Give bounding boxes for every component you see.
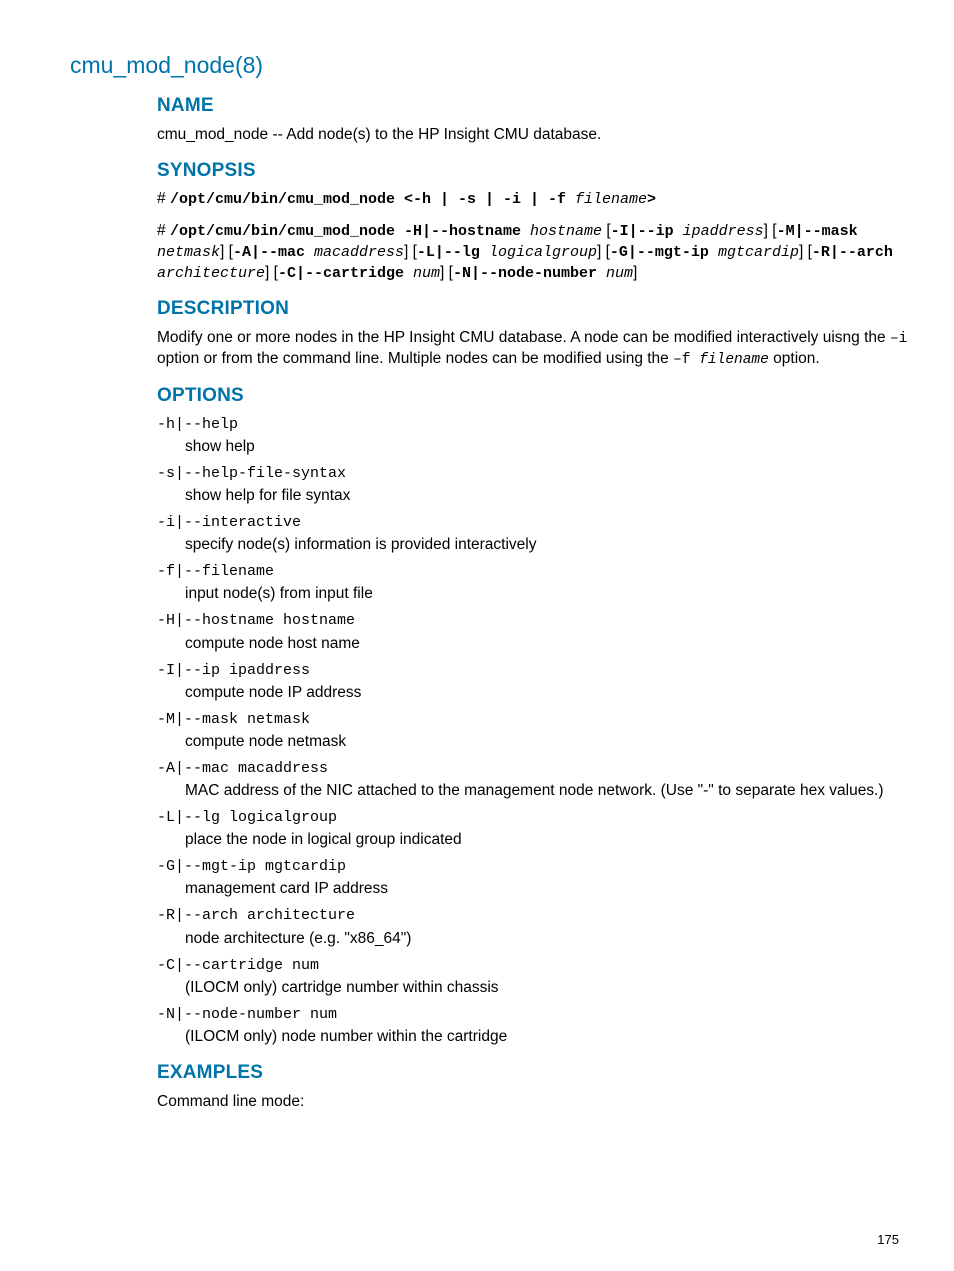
desc-code-b-arg: filename	[699, 352, 769, 368]
syn2-prefix: #	[157, 222, 170, 239]
syn2-node-arg: num	[606, 265, 633, 282]
syn-arg: filename	[575, 191, 647, 208]
syn2-cart-arg: num	[413, 265, 440, 282]
page-title: cmu_mod_node(8)	[70, 50, 914, 81]
description-text: Modify one or more nodes in the HP Insig…	[157, 328, 914, 371]
syn2-lg-a: [	[408, 243, 417, 260]
desc-code-b: –f	[673, 352, 699, 368]
option-flag: -f|--filename	[157, 562, 914, 582]
section-heading-synopsis: SYNOPSIS	[157, 158, 914, 184]
desc-c: option.	[769, 350, 820, 367]
option-flag: -s|--help-file-syntax	[157, 464, 914, 484]
options-list: -h|--help show help -s|--help-file-synta…	[157, 415, 914, 1048]
syn-opts: <-h | -s | -i | -f	[395, 191, 575, 208]
syn2-mac-arg: macaddress	[314, 244, 404, 261]
syn2-node-a: [	[444, 264, 453, 281]
examples-text: Command line mode:	[157, 1092, 914, 1113]
syn2-mac-b: -A|--mac	[233, 244, 314, 261]
option-desc: specify node(s) information is provided …	[185, 535, 914, 556]
syn2-mask-b: -M|--mask	[777, 223, 858, 240]
syn2-ip-b: -I|--ip	[611, 223, 683, 240]
desc-code-a: –i	[890, 331, 907, 347]
section-heading-name: NAME	[157, 93, 914, 119]
page-number: 175	[877, 1231, 899, 1249]
syn2-node-b: -N|--node-number	[453, 265, 606, 282]
option-desc: input node(s) from input file	[185, 584, 914, 605]
syn2-mask-arg: netmask	[157, 244, 220, 261]
syn2-ip-a: [	[602, 222, 611, 239]
syn2-cart-b: -C|--cartridge	[278, 265, 413, 282]
desc-b: option or from the command line. Multipl…	[157, 350, 673, 367]
name-text: cmu_mod_node -- Add node(s) to the HP In…	[157, 125, 914, 146]
synopsis-line-2: # /opt/cmu/bin/cmu_mod_node -H|--hostnam…	[157, 221, 914, 285]
syn2-ip-arg: ipaddress	[683, 223, 764, 240]
section-heading-options: OPTIONS	[157, 383, 914, 409]
section-heading-examples: EXAMPLES	[157, 1060, 914, 1086]
option-flag: -A|--mac macaddress	[157, 759, 914, 779]
option-flag: -L|--lg logicalgroup	[157, 808, 914, 828]
synopsis-line-1: # /opt/cmu/bin/cmu_mod_node <-h | -s | -…	[157, 189, 914, 210]
syn2-host: hostname	[530, 223, 602, 240]
option-flag: -i|--interactive	[157, 513, 914, 533]
syn2-arch-b: -R|--arch	[812, 244, 893, 261]
option-desc: (ILOCM only) node number within the cart…	[185, 1027, 914, 1048]
syn-end: >	[647, 191, 656, 208]
syn2-arch-arg: architecture	[157, 265, 265, 282]
syn2-node-c: ]	[633, 264, 637, 281]
syn2-arch-a: [	[803, 243, 812, 260]
syn2-mgt-b: -G|--mgt-ip	[610, 244, 718, 261]
option-desc: MAC address of the NIC attached to the m…	[185, 781, 914, 802]
option-desc: place the node in logical group indicate…	[185, 830, 914, 851]
section-heading-description: DESCRIPTION	[157, 296, 914, 322]
option-flag: -C|--cartridge num	[157, 956, 914, 976]
option-desc: (ILOCM only) cartridge number within cha…	[185, 978, 914, 999]
option-flag: -R|--arch architecture	[157, 906, 914, 926]
syn2-lg-b: -L|--lg	[417, 244, 489, 261]
content-body: NAME cmu_mod_node -- Add node(s) to the …	[157, 93, 914, 1112]
syn2-cart-a: [	[269, 264, 278, 281]
option-desc: compute node IP address	[185, 683, 914, 704]
syn2-mask-a: [	[768, 222, 777, 239]
syn2-lg-arg: logicalgroup	[489, 244, 597, 261]
option-desc: show help for file syntax	[185, 486, 914, 507]
option-flag: -H|--hostname hostname	[157, 611, 914, 631]
option-desc: management card IP address	[185, 879, 914, 900]
syn-prefix: #	[157, 190, 170, 207]
desc-a: Modify one or more nodes in the HP Insig…	[157, 329, 890, 346]
option-flag: -h|--help	[157, 415, 914, 435]
syn2-mgt-arg: mgtcardip	[718, 244, 799, 261]
option-desc: compute node netmask	[185, 732, 914, 753]
option-desc: show help	[185, 437, 914, 458]
option-flag: -N|--node-number num	[157, 1005, 914, 1025]
option-desc: node architecture (e.g. "x86_64")	[185, 929, 914, 950]
option-flag: -I|--ip ipaddress	[157, 661, 914, 681]
syn-cmd: /opt/cmu/bin/cmu_mod_node	[170, 191, 395, 208]
option-flag: -M|--mask netmask	[157, 710, 914, 730]
syn2-mgt-a: [	[601, 243, 610, 260]
option-flag: -G|--mgt-ip mgtcardip	[157, 857, 914, 877]
syn2-mac-a: [	[224, 243, 233, 260]
option-desc: compute node host name	[185, 634, 914, 655]
syn2-cmd: /opt/cmu/bin/cmu_mod_node -H|--hostname	[170, 223, 530, 240]
